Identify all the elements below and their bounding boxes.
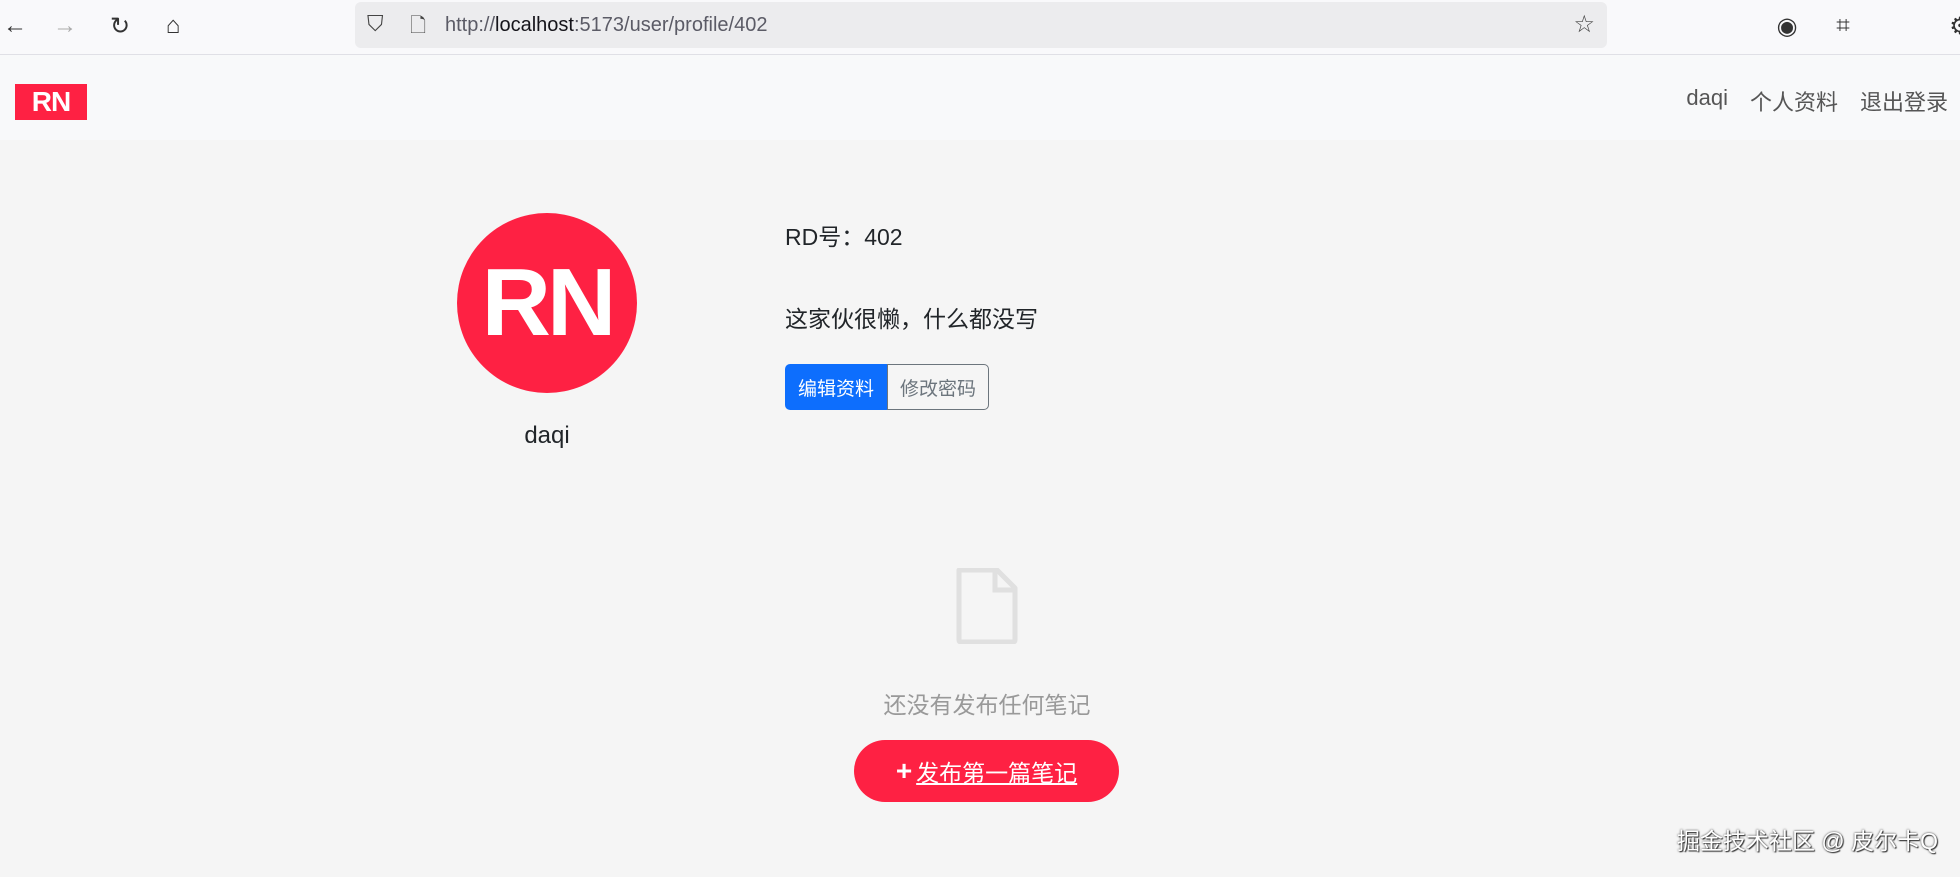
url-text[interactable]: http://localhost:5173/user/profile/402	[445, 14, 767, 37]
navbar: RN daqi 个人资料 退出登录	[0, 55, 1960, 140]
star-icon[interactable]: ☆	[1573, 10, 1595, 39]
home-icon[interactable]: ⌂	[158, 12, 188, 40]
reload-icon[interactable]: ↻	[105, 12, 135, 41]
profile-actions: 编辑资料 修改密码	[785, 364, 990, 410]
avatar: RN	[457, 213, 637, 393]
nav-profile[interactable]: 个人资料	[1750, 85, 1838, 117]
empty-notes-text: 还没有发布任何笔记	[883, 692, 1091, 718]
rd-number: RD号：402	[785, 224, 903, 250]
page-icon: 🗋	[410, 15, 427, 37]
crop-icon[interactable]: ⌗	[1828, 12, 1858, 40]
logo[interactable]: RN	[15, 84, 87, 120]
plus-icon: +	[895, 755, 913, 786]
url-rest: :5173/user/profile/402	[573, 14, 768, 36]
empty-file-icon	[956, 568, 1018, 644]
nav-links: daqi 个人资料 退出登录	[1686, 85, 1948, 117]
nav-logout[interactable]: 退出登录	[1860, 85, 1948, 117]
url-host: localhost	[495, 14, 574, 36]
extensions-icon[interactable]: ⚙	[1945, 12, 1960, 41]
edit-profile-button[interactable]: 编辑资料	[785, 364, 888, 410]
bio: 这家伙很懒，什么都没写	[785, 306, 1038, 332]
browser-toolbar: ← → ↻ ⌂ ⛉ 🗋 http://localhost:5173/user/p…	[0, 0, 1960, 55]
change-password-button[interactable]: 修改密码	[887, 364, 990, 410]
back-icon[interactable]: ←	[0, 12, 30, 40]
nav-username[interactable]: daqi	[1686, 85, 1728, 117]
address-bar[interactable]: ⛉ 🗋 http://localhost:5173/user/profile/4…	[355, 2, 1607, 48]
shield-icon[interactable]: ⛉	[367, 11, 384, 37]
url-prefix: http://	[445, 14, 496, 36]
username: daqi	[524, 422, 570, 449]
account-icon[interactable]: ◉	[1772, 12, 1802, 41]
forward-icon[interactable]: →	[50, 12, 80, 40]
watermark: 掘金技术社区 @ 皮尔卡Q	[1676, 828, 1938, 854]
publish-label: 发布第一篇笔记	[916, 760, 1078, 786]
publish-first-note-button[interactable]: + 发布第一篇笔记	[854, 740, 1119, 802]
